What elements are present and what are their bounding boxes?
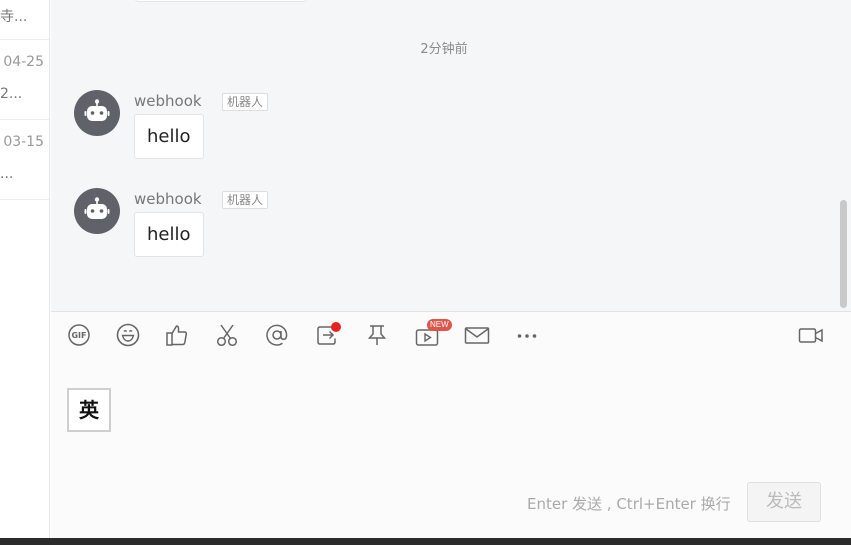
sender-name[interactable]: webhook [134,92,202,110]
robot-badge: 机器人 [222,93,269,111]
at-mention-icon[interactable] [263,321,291,349]
conversation-date: 03-15 [3,134,44,150]
composer: GIF NEW 英 Enter 发送 , Ctrl+Enter 换行 发送 [51,311,851,538]
conversation-item[interactable]: 04-25 2... [0,40,49,120]
scrollbar[interactable] [837,0,851,311]
conversation-preview: ... [0,166,14,182]
window-bottom-edge [0,538,851,545]
conversation-list: 寺... 04-25 2... 03-15 ... [0,0,50,538]
robot-badge: 机器人 [222,191,269,209]
thumbs-up-icon[interactable] [163,321,191,349]
conversation-item[interactable]: 03-15 ... [0,120,49,200]
mail-icon[interactable] [463,321,491,349]
svg-text:GIF: GIF [71,331,86,340]
message-area[interactable]: 2分钟前 webhook 机器人 hello webhook 机器人 hello [51,0,851,311]
robot-icon[interactable] [74,188,120,234]
sender-name[interactable]: webhook [134,190,202,208]
video-call-icon[interactable] [797,321,825,349]
scissors-icon[interactable] [213,321,241,349]
send-button[interactable]: 发送 [747,482,821,522]
previous-message-bubble [135,0,307,2]
message-timestamp: 2分钟前 [420,42,468,57]
pin-icon[interactable] [363,321,391,349]
chat-window: 寺... 04-25 2... 03-15 ... 2分钟前 webhook 机… [0,0,851,538]
message: webhook 机器人 hello [74,90,774,170]
conversation-date: 04-25 [3,54,44,70]
input-method-indicator[interactable]: 英 [67,388,111,432]
conversation-item[interactable]: 寺... [0,0,49,40]
share-icon[interactable] [313,321,341,349]
conversation-preview: 2... [0,86,23,102]
conversation-preview: 寺... [0,9,28,25]
message-bubble[interactable]: hello [134,114,204,159]
notification-dot [331,322,341,332]
message: webhook 机器人 hello [74,188,774,268]
message-bubble[interactable]: hello [134,212,204,257]
more-icon[interactable] [513,321,541,349]
robot-icon[interactable] [74,90,120,136]
emoji-icon[interactable] [114,321,142,349]
new-badge: NEW [427,319,452,331]
gif-icon[interactable]: GIF [65,321,93,349]
send-hint: Enter 发送 , Ctrl+Enter 换行 [527,495,731,513]
live-video-icon[interactable]: NEW [413,319,452,349]
scrollbar-thumb[interactable] [840,200,847,308]
